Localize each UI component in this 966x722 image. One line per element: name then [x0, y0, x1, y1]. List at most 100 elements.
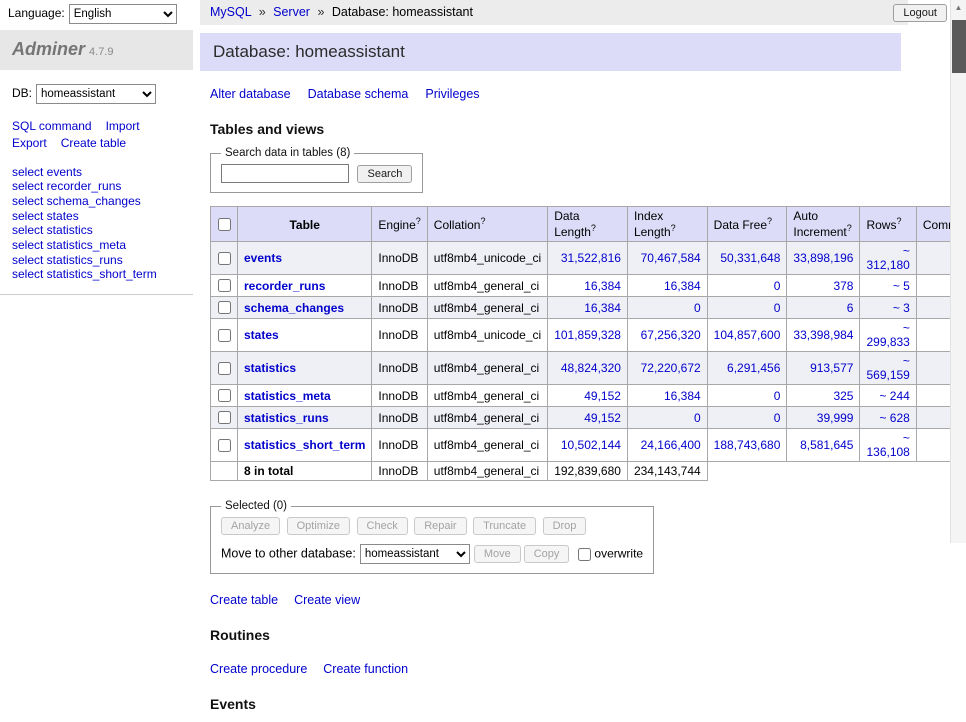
breadcrumb-system-link[interactable]: MySQL	[210, 5, 251, 19]
scrollbar-up-arrow[interactable]: ▲	[951, 0, 966, 16]
create-table-link[interactable]: Create table	[61, 136, 126, 150]
help-link[interactable]: ?	[847, 223, 852, 233]
help-link[interactable]: ?	[896, 216, 901, 226]
move-button[interactable]: Move	[474, 545, 521, 563]
adminer-logo[interactable]: Adminer	[12, 39, 85, 59]
data-free-link[interactable]: 104,857,600	[714, 328, 781, 342]
language-select[interactable]: English	[69, 4, 177, 24]
export-link[interactable]: Export	[12, 136, 47, 150]
sidebar-item-select-statistics[interactable]: select statistics	[12, 223, 181, 238]
privileges-link[interactable]: Privileges	[425, 87, 479, 101]
data-length-link[interactable]: 49,152	[584, 389, 621, 403]
data-length-link[interactable]: 16,384	[584, 301, 621, 315]
row-checkbox[interactable]	[218, 439, 231, 452]
vertical-scrollbar[interactable]: ▲	[950, 0, 966, 543]
sidebar-item-select-schema-changes[interactable]: select schema_changes	[12, 194, 181, 209]
data-length-link[interactable]: 16,384	[584, 279, 621, 293]
help-link[interactable]: ?	[416, 216, 421, 226]
data-free-link[interactable]: 188,743,680	[714, 438, 781, 452]
rows-count-link[interactable]: ~ 136,108	[866, 431, 909, 459]
truncate-button[interactable]: Truncate	[473, 517, 536, 535]
data-free-link[interactable]: 0	[774, 301, 781, 315]
auto-increment-link[interactable]: 325	[833, 389, 853, 403]
row-checkbox[interactable]	[218, 411, 231, 424]
db-select[interactable]: homeassistant	[36, 84, 156, 104]
scrollbar-thumb[interactable]	[952, 20, 966, 73]
help-link[interactable]: ?	[591, 223, 596, 233]
help-link[interactable]: ?	[480, 216, 485, 226]
auto-increment-link[interactable]: 33,398,984	[793, 328, 853, 342]
table-name-link[interactable]: states	[244, 328, 279, 342]
data-length-link[interactable]: 49,152	[584, 411, 621, 425]
database-schema-link[interactable]: Database schema	[308, 87, 409, 101]
alter-database-link[interactable]: Alter database	[210, 87, 291, 101]
index-length-link[interactable]: 0	[694, 411, 701, 425]
auto-increment-link[interactable]: 33,898,196	[793, 251, 853, 265]
help-link[interactable]: ?	[671, 223, 676, 233]
table-name-link[interactable]: events	[244, 251, 282, 265]
row-checkbox[interactable]	[218, 362, 231, 375]
select-all-checkbox[interactable]	[218, 218, 231, 231]
drop-button[interactable]: Drop	[543, 517, 587, 535]
rows-count-link[interactable]: ~ 569,159	[866, 354, 909, 382]
row-checkbox[interactable]	[218, 252, 231, 265]
move-db-select[interactable]: homeassistant	[360, 544, 470, 564]
table-name-link[interactable]: recorder_runs	[244, 279, 325, 293]
data-length-link[interactable]: 10,502,144	[561, 438, 621, 452]
sidebar-item-select-statistics-meta[interactable]: select statistics_meta	[12, 238, 181, 253]
create-table-link-main[interactable]: Create table	[210, 593, 278, 607]
index-length-link[interactable]: 72,220,672	[641, 361, 701, 375]
data-free-link[interactable]: 50,331,648	[720, 251, 780, 265]
row-checkbox[interactable]	[218, 389, 231, 402]
data-length-link[interactable]: 48,824,320	[561, 361, 621, 375]
breadcrumb-server-link[interactable]: Server	[273, 5, 310, 19]
data-free-link[interactable]: 0	[774, 411, 781, 425]
table-name-link[interactable]: statistics_runs	[244, 411, 329, 425]
index-length-link[interactable]: 67,256,320	[641, 328, 701, 342]
index-length-link[interactable]: 16,384	[664, 279, 701, 293]
index-length-link[interactable]: 70,467,584	[641, 251, 701, 265]
rows-count-link[interactable]: ~ 244	[879, 389, 909, 403]
index-length-link[interactable]: 0	[694, 301, 701, 315]
data-length-link[interactable]: 31,522,816	[561, 251, 621, 265]
table-name-link[interactable]: statistics_short_term	[244, 438, 365, 452]
row-checkbox[interactable]	[218, 329, 231, 342]
data-free-link[interactable]: 0	[774, 389, 781, 403]
repair-button[interactable]: Repair	[414, 517, 466, 535]
copy-button[interactable]: Copy	[524, 545, 570, 563]
check-button[interactable]: Check	[357, 517, 408, 535]
sidebar-item-select-recorder-runs[interactable]: select recorder_runs	[12, 179, 181, 194]
search-button[interactable]: Search	[357, 165, 412, 183]
rows-count-link[interactable]: ~ 5	[893, 279, 910, 293]
optimize-button[interactable]: Optimize	[287, 517, 350, 535]
index-length-link[interactable]: 24,166,400	[641, 438, 701, 452]
auto-increment-link[interactable]: 39,999	[817, 411, 854, 425]
rows-count-link[interactable]: ~ 628	[879, 411, 909, 425]
rows-count-link[interactable]: ~ 3	[893, 301, 910, 315]
row-checkbox[interactable]	[218, 279, 231, 292]
overwrite-checkbox[interactable]	[578, 548, 591, 561]
auto-increment-link[interactable]: 8,581,645	[800, 438, 853, 452]
rows-count-link[interactable]: ~ 312,180	[866, 244, 909, 272]
auto-increment-link[interactable]: 378	[833, 279, 853, 293]
table-name-link[interactable]: statistics	[244, 361, 296, 375]
analyze-button[interactable]: Analyze	[221, 517, 280, 535]
auto-increment-link[interactable]: 913,577	[810, 361, 853, 375]
index-length-link[interactable]: 16,384	[664, 389, 701, 403]
auto-increment-link[interactable]: 6	[847, 301, 854, 315]
data-free-link[interactable]: 0	[774, 279, 781, 293]
sidebar-item-select-states[interactable]: select states	[12, 209, 181, 224]
create-view-link[interactable]: Create view	[294, 593, 360, 607]
import-link[interactable]: Import	[106, 119, 140, 133]
create-function-link[interactable]: Create function	[323, 662, 408, 676]
sidebar-item-select-statistics-short-term[interactable]: select statistics_short_term	[12, 267, 181, 282]
row-checkbox[interactable]	[218, 301, 231, 314]
sql-command-link[interactable]: SQL command	[12, 119, 92, 133]
rows-count-link[interactable]: ~ 299,833	[866, 321, 909, 349]
logout-button[interactable]: Logout	[893, 4, 947, 22]
data-free-link[interactable]: 6,291,456	[727, 361, 780, 375]
data-length-link[interactable]: 101,859,328	[554, 328, 621, 342]
help-link[interactable]: ?	[767, 216, 772, 226]
sidebar-item-select-events[interactable]: select events	[12, 165, 181, 180]
table-name-link[interactable]: statistics_meta	[244, 389, 331, 403]
